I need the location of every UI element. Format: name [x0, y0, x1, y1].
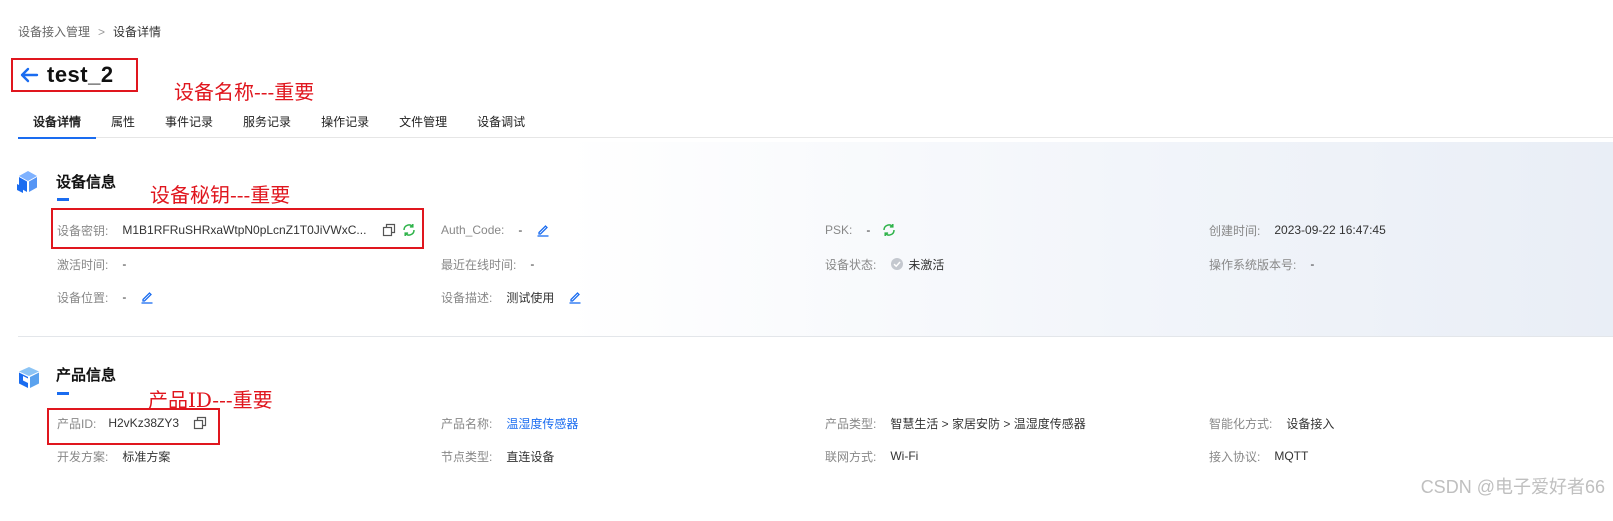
node-type-label: 节点类型:	[441, 449, 493, 464]
device-cube-icon	[15, 169, 41, 195]
auth-code-field: Auth_Code: -	[441, 220, 550, 240]
product-type-field: 产品类型: 智慧生活 > 家居安防 > 温湿度传感器	[825, 413, 1086, 433]
protocol-label: 接入协议:	[1209, 449, 1261, 464]
created-time-value: 2023-09-22 16:47:45	[1274, 223, 1386, 237]
product-type-value: 智慧生活 > 家居安防 > 温湿度传感器	[890, 416, 1086, 431]
os-version-value: -	[1310, 257, 1315, 271]
device-location-field: 设备位置: -	[57, 287, 154, 307]
title-highlight-box: test_2	[11, 58, 138, 92]
status-check-icon	[890, 257, 904, 271]
edit-icon[interactable]	[568, 290, 582, 304]
device-description-label: 设备描述:	[441, 290, 493, 305]
auth-code-label: Auth_Code:	[441, 223, 505, 237]
activation-time-value: -	[122, 257, 127, 271]
product-info-title: 产品信息	[56, 367, 117, 384]
breadcrumb: 设备接入管理 > 设备详情	[18, 23, 161, 40]
smart-mode-label: 智能化方式:	[1209, 416, 1273, 431]
edit-icon[interactable]	[536, 223, 550, 237]
device-status-value: 未激活	[908, 257, 945, 272]
product-name-label: 产品名称:	[441, 416, 493, 431]
device-location-label: 设备位置:	[57, 290, 109, 305]
product-id-field: 产品ID: H2vKz38ZY3	[57, 413, 207, 433]
device-secret-value: M1B1RFRuSHRxaWtpN0pLcnZ1T0JiVWxC...	[122, 223, 367, 237]
device-description-value: 测试使用	[506, 290, 555, 305]
auth-code-value: -	[518, 223, 523, 237]
smart-mode-value: 设备接入	[1286, 416, 1335, 431]
edit-icon[interactable]	[140, 290, 154, 304]
breadcrumb-parent[interactable]: 设备接入管理	[18, 23, 90, 40]
created-time-label: 创建时间:	[1209, 223, 1261, 238]
smart-mode-field: 智能化方式: 设备接入	[1209, 413, 1334, 433]
node-type-value: 直连设备	[506, 449, 555, 464]
protocol-value: MQTT	[1274, 449, 1309, 463]
section-divider	[18, 336, 1613, 337]
protocol-field: 接入协议: MQTT	[1209, 446, 1308, 466]
device-status-label: 设备状态:	[825, 257, 877, 272]
tab-service-records[interactable]: 服务记录	[228, 108, 306, 138]
tab-file-management[interactable]: 文件管理	[384, 108, 462, 138]
dev-scheme-field: 开发方案: 标准方案	[57, 446, 170, 466]
created-time-field: 创建时间: 2023-09-22 16:47:45	[1209, 220, 1386, 240]
tab-device-debug[interactable]: 设备调试	[462, 108, 540, 138]
device-secret-label: 设备密钥:	[57, 223, 109, 238]
product-type-label: 产品类型:	[825, 416, 877, 431]
last-online-field: 最近在线时间: -	[441, 254, 534, 274]
psk-label: PSK:	[825, 223, 853, 237]
network-field: 联网方式: Wi-Fi	[825, 446, 918, 466]
product-id-label: 产品ID:	[57, 416, 97, 431]
device-info-title-bar	[57, 198, 69, 201]
device-description-field: 设备描述: 测试使用	[441, 287, 582, 307]
last-online-label: 最近在线时间:	[441, 257, 517, 272]
activation-time-field: 激活时间: -	[57, 254, 126, 274]
page-title: test_2	[47, 62, 114, 87]
device-secret-field: 设备密钥: M1B1RFRuSHRxaWtpN0pLcnZ1T0JiVWxC..…	[57, 220, 416, 240]
watermark-text: CSDN @电子爱好者66	[1420, 477, 1605, 497]
tab-bar: 设备详情 属性 事件记录 服务记录 操作记录 文件管理 设备调试	[18, 108, 1613, 139]
device-info-title: 设备信息	[56, 174, 117, 191]
os-version-label: 操作系统版本号:	[1209, 257, 1297, 272]
copy-icon[interactable]	[382, 223, 396, 237]
tab-device-detail[interactable]: 设备详情	[18, 108, 97, 139]
product-name-link[interactable]: 温湿度传感器	[506, 415, 578, 432]
last-online-value: -	[530, 257, 535, 271]
psk-value: -	[866, 223, 871, 237]
network-value: Wi-Fi	[890, 449, 919, 463]
device-status-field: 设备状态: 未激活	[825, 254, 944, 274]
psk-field: PSK: -	[825, 220, 896, 240]
product-id-value: H2vKz38ZY3	[108, 416, 180, 430]
refresh-icon[interactable]	[882, 223, 896, 237]
tab-properties[interactable]: 属性	[96, 108, 150, 138]
product-info-title-bar	[57, 392, 69, 395]
back-arrow-icon[interactable]	[19, 65, 39, 85]
product-name-field: 产品名称: 温湿度传感器	[441, 413, 578, 433]
breadcrumb-separator: >	[98, 24, 106, 39]
copy-icon[interactable]	[193, 416, 207, 430]
tab-operation-records[interactable]: 操作记录	[306, 108, 384, 138]
network-label: 联网方式:	[825, 449, 877, 464]
breadcrumb-current: 设备详情	[113, 25, 162, 39]
annotation-device-secret: 设备秘钥---重要	[150, 183, 291, 207]
activation-time-label: 激活时间:	[57, 257, 109, 272]
tab-event-records[interactable]: 事件记录	[150, 108, 228, 138]
annotation-device-name: 设备名称---重要	[174, 80, 315, 104]
dev-scheme-label: 开发方案:	[57, 449, 109, 464]
refresh-icon[interactable]	[402, 223, 416, 237]
device-location-value: -	[122, 290, 127, 304]
dev-scheme-value: 标准方案	[122, 449, 171, 464]
product-box-icon	[16, 364, 42, 390]
node-type-field: 节点类型: 直连设备	[441, 446, 554, 466]
os-version-field: 操作系统版本号: -	[1209, 254, 1314, 274]
